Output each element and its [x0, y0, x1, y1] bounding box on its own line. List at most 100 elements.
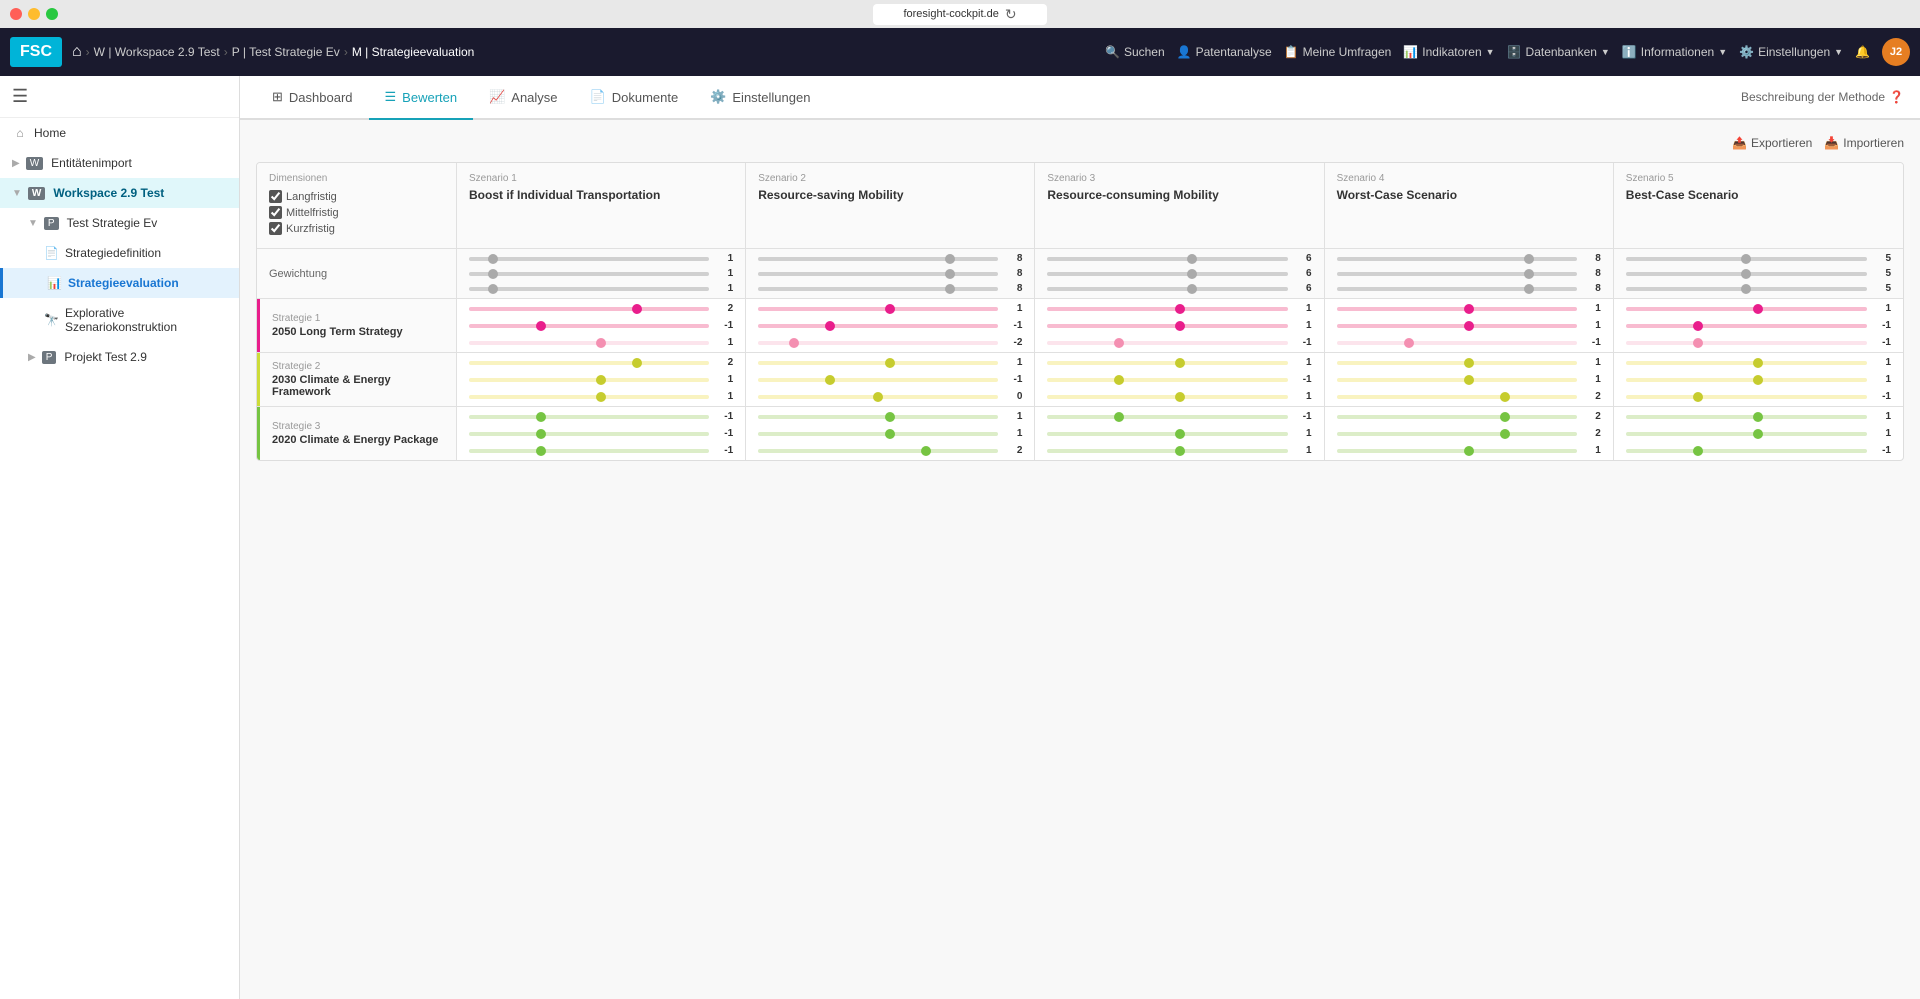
user-avatar[interactable]: J2: [1882, 38, 1910, 66]
slider-track[interactable]: [1047, 378, 1287, 382]
slider-row[interactable]: 1: [1337, 445, 1601, 456]
breadcrumb-item-2[interactable]: M | Strategieevaluation: [352, 45, 475, 59]
dim-kurzfristig[interactable]: Kurzfristig: [269, 222, 444, 235]
slider-track[interactable]: [469, 324, 709, 328]
slider-row[interactable]: -1: [469, 320, 733, 331]
slider-row[interactable]: 5: [1626, 283, 1891, 294]
minimize-button[interactable]: [28, 8, 40, 20]
slider-row[interactable]: 1: [469, 337, 733, 348]
slider-track[interactable]: [1626, 432, 1867, 436]
slider-row[interactable]: 1: [469, 391, 733, 402]
slider-track[interactable]: [1626, 324, 1867, 328]
info-nav-item[interactable]: ℹ️ Informationen ▼: [1622, 45, 1727, 59]
export-button[interactable]: 📤 Exportieren: [1732, 136, 1812, 150]
slider-track[interactable]: [1626, 307, 1867, 311]
slider-row[interactable]: 1: [1626, 303, 1891, 314]
tab-dashboard[interactable]: ⊞ Dashboard: [256, 76, 369, 120]
slider-track[interactable]: [1047, 272, 1287, 276]
slider-row[interactable]: 1: [469, 253, 733, 264]
slider-row[interactable]: 1: [469, 268, 733, 279]
sidebar-item-home[interactable]: ⌂ Home: [0, 118, 239, 148]
sidebar-item-strategieevaluation[interactable]: 📊 Strategieevaluation: [0, 268, 239, 298]
sidebar-item-strategie-ev[interactable]: ▼ P Test Strategie Ev: [0, 208, 239, 238]
slider-row[interactable]: 8: [1337, 268, 1601, 279]
slider-row[interactable]: 2: [758, 445, 1022, 456]
slider-track[interactable]: [1626, 361, 1867, 365]
import-button[interactable]: 📥 Importieren: [1824, 136, 1904, 150]
slider-row[interactable]: 1: [758, 411, 1022, 422]
slider-track[interactable]: [1337, 272, 1577, 276]
slider-track[interactable]: [469, 287, 709, 291]
slider-row[interactable]: -1: [469, 428, 733, 439]
slider-track[interactable]: [469, 415, 709, 419]
notifications-nav-item[interactable]: 🔔: [1855, 45, 1870, 59]
slider-row[interactable]: 5: [1626, 268, 1891, 279]
slider-row[interactable]: 1: [1337, 357, 1601, 368]
slider-track[interactable]: [469, 432, 709, 436]
slider-row[interactable]: -1: [469, 411, 733, 422]
slider-row[interactable]: 1: [1626, 374, 1891, 385]
slider-track[interactable]: [1337, 361, 1577, 365]
slider-row[interactable]: 0: [758, 391, 1022, 402]
slider-track[interactable]: [758, 395, 998, 399]
slider-row[interactable]: 1: [1047, 303, 1311, 314]
slider-row[interactable]: 1: [1626, 411, 1891, 422]
surveys-nav-item[interactable]: 📋 Meine Umfragen: [1284, 45, 1392, 59]
slider-row[interactable]: 2: [469, 303, 733, 314]
slider-track[interactable]: [758, 378, 998, 382]
refresh-icon[interactable]: ↻: [1005, 6, 1017, 23]
slider-row[interactable]: 8: [758, 283, 1022, 294]
breadcrumb-item-0[interactable]: W | Workspace 2.9 Test: [94, 45, 220, 59]
slider-row[interactable]: 2: [1337, 428, 1601, 439]
slider-row[interactable]: 2: [1337, 411, 1601, 422]
slider-track[interactable]: [1337, 395, 1577, 399]
sidebar-item-explorative[interactable]: 🔭 Explorative Szenariokonstruktion: [0, 298, 239, 342]
tab-bewerten[interactable]: ☰ Bewerten: [369, 76, 474, 120]
slider-track[interactable]: [1047, 324, 1287, 328]
slider-row[interactable]: 1: [1047, 445, 1311, 456]
slider-track[interactable]: [1337, 378, 1577, 382]
slider-row[interactable]: -2: [758, 337, 1022, 348]
patent-nav-item[interactable]: 👤 Patentanalyse: [1177, 45, 1272, 59]
slider-track[interactable]: [1047, 432, 1287, 436]
slider-row[interactable]: -1: [1047, 411, 1311, 422]
slider-track[interactable]: [1337, 341, 1577, 345]
slider-track[interactable]: [1047, 307, 1287, 311]
slider-track[interactable]: [469, 307, 709, 311]
slider-row[interactable]: 1: [1047, 428, 1311, 439]
slider-row[interactable]: 1: [1047, 391, 1311, 402]
slider-track[interactable]: [1047, 449, 1287, 453]
fsc-logo[interactable]: FSC: [10, 37, 62, 67]
slider-track[interactable]: [469, 395, 709, 399]
databases-nav-item[interactable]: 🗄️ Datenbanken ▼: [1507, 45, 1610, 59]
close-button[interactable]: [10, 8, 22, 20]
slider-track[interactable]: [1337, 324, 1577, 328]
slider-row[interactable]: -1: [1626, 337, 1891, 348]
slider-track[interactable]: [758, 287, 998, 291]
slider-track[interactable]: [469, 272, 709, 276]
slider-row[interactable]: 8: [758, 268, 1022, 279]
slider-row[interactable]: -1: [758, 320, 1022, 331]
slider-row[interactable]: -1: [1626, 320, 1891, 331]
slider-row[interactable]: 1: [1047, 357, 1311, 368]
search-nav-item[interactable]: 🔍 Suchen: [1105, 45, 1165, 59]
slider-row[interactable]: -1: [1047, 337, 1311, 348]
slider-track[interactable]: [1337, 287, 1577, 291]
slider-row[interactable]: 1: [469, 283, 733, 294]
slider-track[interactable]: [1626, 395, 1867, 399]
slider-track[interactable]: [469, 378, 709, 382]
slider-track[interactable]: [1047, 395, 1287, 399]
slider-row[interactable]: -1: [758, 374, 1022, 385]
tab-dokumente[interactable]: 📄 Dokumente: [574, 76, 695, 120]
slider-row[interactable]: 5: [1626, 253, 1891, 264]
slider-track[interactable]: [758, 324, 998, 328]
dim-mittelfristig[interactable]: Mittelfristig: [269, 206, 444, 219]
sidebar-item-strategiedefinition[interactable]: 📄 Strategiedefinition: [0, 238, 239, 268]
slider-row[interactable]: -1: [1626, 391, 1891, 402]
slider-track[interactable]: [758, 272, 998, 276]
slider-track[interactable]: [469, 449, 709, 453]
slider-track[interactable]: [1047, 341, 1287, 345]
dim-langfristig[interactable]: Langfristig: [269, 190, 444, 203]
maximize-button[interactable]: [46, 8, 58, 20]
slider-track[interactable]: [469, 361, 709, 365]
